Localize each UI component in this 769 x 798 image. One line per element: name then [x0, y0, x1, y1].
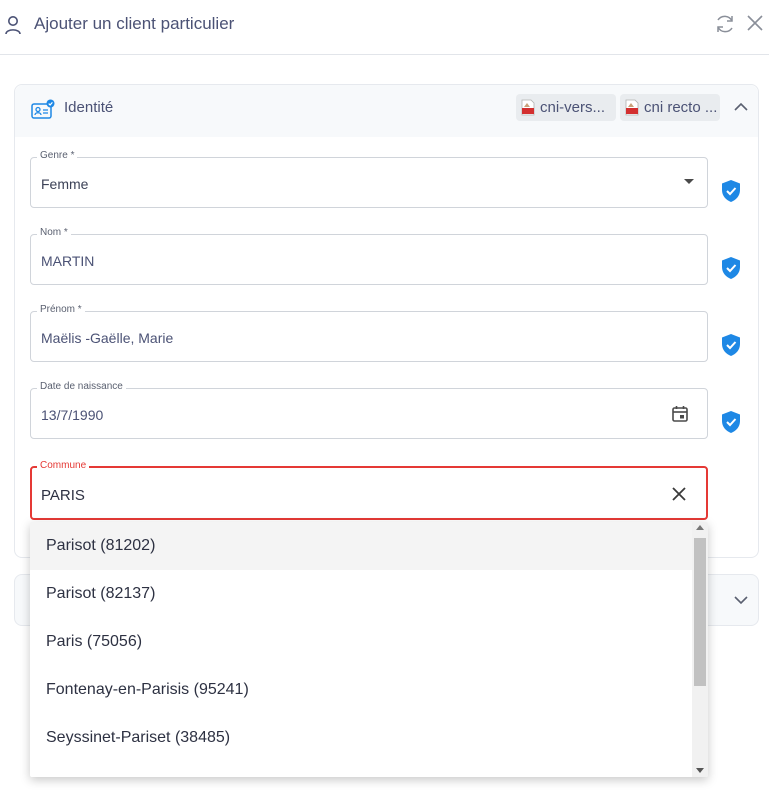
- commune-suggestions-list: Parisot (81202) Parisot (82137) Paris (7…: [30, 522, 708, 777]
- birthdate-value: 13/7/1990: [41, 407, 104, 423]
- user-icon: [5, 16, 21, 35]
- suggestion-option[interactable]: Parisot (81202): [30, 522, 692, 570]
- suggestion-option[interactable]: Fontenay-en-Parisis (95241): [30, 666, 692, 714]
- verified-shield-icon: [722, 257, 740, 279]
- prenom-value: Maëlis -Gaëlle, Marie: [41, 330, 174, 346]
- suggestion-option[interactable]: Paris (75056): [30, 618, 692, 666]
- genre-value: Femme: [41, 176, 89, 192]
- identity-card-header[interactable]: Identité cni-vers... cni recto ...: [15, 85, 758, 137]
- suggestion-option[interactable]: Seyssinet-Pariset (38485): [30, 714, 692, 762]
- dropdown-arrow-icon[interactable]: [684, 179, 694, 184]
- prenom-field[interactable]: Prénom * Maëlis -Gaëlle, Marie: [30, 304, 708, 362]
- chevron-down-icon[interactable]: [731, 590, 751, 610]
- genre-select[interactable]: Genre * Femme: [30, 150, 708, 208]
- suggestion-option[interactable]: Parisot (82137): [30, 570, 692, 618]
- calendar-icon[interactable]: [671, 405, 689, 423]
- verified-shield-icon: [722, 334, 740, 356]
- prenom-label: Prénom *: [37, 304, 85, 315]
- id-card-icon: [31, 99, 55, 119]
- verified-shield-icon: [722, 180, 740, 202]
- scroll-up-arrow-icon[interactable]: [696, 525, 704, 530]
- identity-title: Identité: [64, 99, 114, 116]
- document-chip-label: cni-vers...: [540, 99, 606, 116]
- document-chip[interactable]: cni-vers...: [516, 94, 616, 121]
- document-chip[interactable]: cni recto ...: [620, 94, 720, 121]
- chevron-up-icon[interactable]: [731, 97, 751, 117]
- jpg-file-icon: [625, 99, 639, 116]
- clear-icon[interactable]: [670, 485, 688, 503]
- nom-field[interactable]: Nom * MARTIN: [30, 227, 708, 285]
- commune-input[interactable]: Commune PARIS: [30, 460, 708, 520]
- commune-label: Commune: [37, 460, 90, 471]
- scroll-down-arrow-icon[interactable]: [696, 768, 704, 773]
- genre-label: Genre *: [37, 150, 78, 161]
- document-chip-label: cni recto ...: [644, 99, 718, 116]
- commune-value: PARIS: [41, 487, 85, 504]
- dialog-title: Ajouter un client particulier: [34, 14, 235, 33]
- birthdate-field[interactable]: Date de naissance 13/7/1990: [30, 381, 708, 439]
- dialog-header: Ajouter un client particulier: [0, 0, 769, 55]
- close-icon[interactable]: [745, 13, 765, 33]
- nom-value: MARTIN: [41, 253, 95, 269]
- birthdate-label: Date de naissance: [37, 381, 126, 392]
- verified-shield-icon: [722, 411, 740, 433]
- refresh-icon[interactable]: [714, 13, 736, 35]
- scrollbar[interactable]: [692, 522, 708, 777]
- scrollbar-thumb[interactable]: [694, 538, 706, 686]
- nom-label: Nom *: [37, 227, 71, 238]
- jpg-file-icon: [521, 99, 535, 116]
